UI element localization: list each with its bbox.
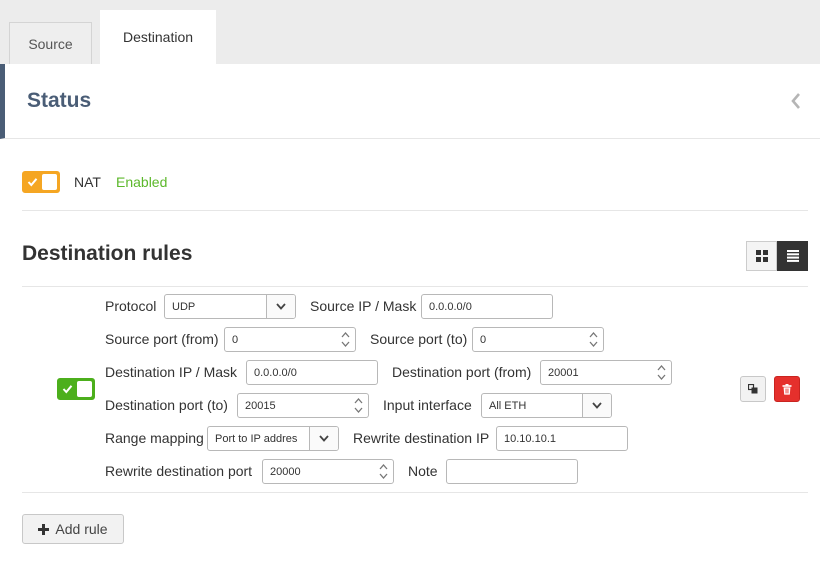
note-input[interactable]: [446, 459, 578, 484]
nat-row: NAT Enabled: [22, 168, 808, 196]
grid-view-icon: [755, 250, 768, 262]
chevron-down-icon: [266, 295, 295, 318]
dest-ip-input[interactable]: 0.0.0.0/0: [246, 360, 378, 385]
source-port-to-label: Source port (to): [370, 331, 468, 347]
dest-ip-label: Destination IP / Mask: [105, 364, 238, 380]
check-icon: [59, 380, 76, 398]
dest-port-to-input[interactable]: 20015: [237, 393, 369, 418]
chevron-down-icon: [309, 427, 338, 450]
rewrite-ip-value: 10.10.10.1: [504, 432, 556, 445]
delete-rule-button[interactable]: [774, 376, 800, 402]
plus-icon: [38, 523, 50, 535]
spinner-icon[interactable]: [657, 364, 666, 381]
rewrite-ip-label: Rewrite destination IP: [353, 430, 490, 446]
source-ip-value: 0.0.0.0/0: [429, 300, 472, 313]
grid-view-button[interactable]: [746, 241, 777, 271]
trash-icon: [782, 383, 792, 395]
chevron-left-icon[interactable]: [790, 92, 802, 110]
add-rule-button[interactable]: Add rule: [22, 514, 124, 544]
tab-bar: Source Destination: [0, 0, 820, 64]
input-interface-value: All ETH: [489, 399, 527, 412]
range-mapping-value: Port to IP addres: [215, 432, 298, 445]
dest-port-from-input[interactable]: 20001: [540, 360, 672, 385]
rewrite-port-value: 20000: [270, 465, 301, 478]
tab-destination-label: Destination: [122, 29, 194, 45]
source-port-to-value: 0: [480, 333, 487, 346]
range-mapping-label: Range mapping: [105, 430, 204, 446]
list-view-button[interactable]: [777, 241, 808, 271]
tab-destination[interactable]: Destination: [100, 10, 216, 64]
spinner-icon[interactable]: [354, 397, 363, 414]
divider: [22, 210, 808, 211]
copy-icon: [748, 384, 758, 394]
rewrite-port-label: Rewrite destination port: [105, 463, 253, 479]
source-ip-input[interactable]: 0.0.0.0/0: [421, 294, 553, 319]
source-port-from-value: 0: [232, 333, 239, 346]
divider: [22, 286, 808, 287]
tab-source-label: Source: [28, 35, 73, 52]
note-label: Note: [408, 463, 438, 479]
source-ip-label: Source IP / Mask: [310, 298, 417, 314]
input-interface-select[interactable]: All ETH: [481, 393, 612, 418]
status-title: Status: [27, 89, 92, 112]
chevron-down-icon: [582, 394, 611, 417]
spinner-icon[interactable]: [589, 331, 598, 348]
dest-port-from-value: 20001: [548, 366, 579, 379]
check-icon: [24, 173, 41, 191]
rewrite-port-input[interactable]: 20000: [262, 459, 394, 484]
status-section-header[interactable]: Status: [0, 64, 820, 139]
nat-toggle[interactable]: [22, 171, 60, 193]
source-port-from-input[interactable]: 0: [224, 327, 356, 352]
tab-source[interactable]: Source: [9, 22, 92, 64]
add-rule-label: Add rule: [55, 521, 108, 537]
divider: [22, 492, 808, 493]
input-interface-label: Input interface: [383, 397, 472, 413]
protocol-select[interactable]: UDP: [164, 294, 296, 319]
source-port-from-label: Source port (from): [105, 331, 219, 347]
nat-status-text: Enabled: [116, 174, 168, 190]
list-view-icon: [786, 250, 799, 262]
protocol-label: Protocol: [105, 298, 157, 314]
dest-port-to-label: Destination port (to): [105, 397, 228, 413]
source-port-to-input[interactable]: 0: [472, 327, 604, 352]
rule-enable-toggle[interactable]: [57, 378, 95, 400]
destination-rules-title: Destination rules: [22, 242, 193, 265]
duplicate-rule-button[interactable]: [740, 376, 766, 402]
spinner-icon[interactable]: [379, 463, 388, 480]
dest-port-to-value: 20015: [245, 399, 276, 412]
protocol-value: UDP: [172, 300, 196, 313]
range-mapping-select[interactable]: Port to IP addres: [207, 426, 339, 451]
nat-label: NAT: [74, 174, 101, 190]
rewrite-ip-input[interactable]: 10.10.10.1: [496, 426, 628, 451]
dest-ip-value: 0.0.0.0/0: [254, 366, 297, 379]
spinner-icon[interactable]: [341, 331, 350, 348]
dest-port-from-label: Destination port (from): [392, 364, 532, 380]
